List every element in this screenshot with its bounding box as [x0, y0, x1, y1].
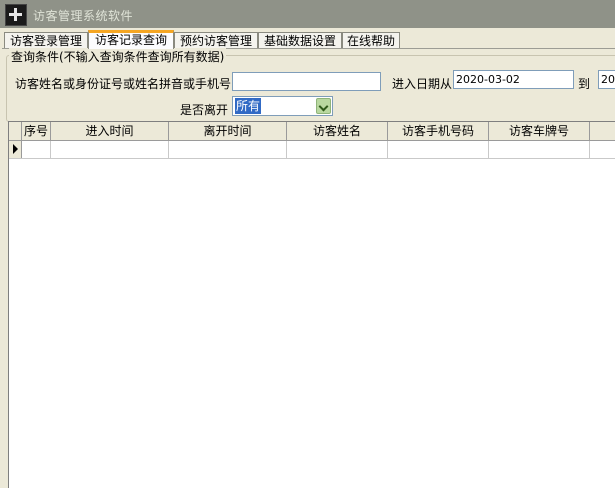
tab-bar: 访客登录管理 访客记录查询 预约访客管理 基础数据设置 在线帮助 [2, 30, 615, 49]
column-header-plate-number[interactable]: 访客车牌号 [489, 122, 590, 140]
chevron-down-icon[interactable] [316, 98, 331, 114]
column-header-leave-time[interactable]: 离开时间 [169, 122, 287, 140]
tab-visitor-records[interactable]: 访客记录查询 [88, 30, 174, 49]
name-label: 访客姓名或身份证号或姓名拼音或手机号 [15, 77, 232, 91]
date-from-label: 进入日期从 [392, 77, 453, 91]
column-header-index[interactable]: 序号 [22, 122, 51, 140]
title-bar: 访客管理系统软件 [0, 0, 615, 28]
grid-corner [9, 122, 22, 140]
table-cell[interactable] [51, 141, 169, 158]
table-cell[interactable] [287, 141, 388, 158]
table-cell[interactable] [169, 141, 287, 158]
tab-appointment[interactable]: 预约访客管理 [174, 32, 258, 48]
column-header-enter-time[interactable]: 进入时间 [51, 122, 169, 140]
date-to-label: 到 [578, 77, 591, 91]
date-to-field[interactable]: 2020-03-02 [598, 70, 615, 89]
tab-basic-data[interactable]: 基础数据设置 [258, 32, 342, 48]
left-status-select[interactable]: 所有 [232, 96, 333, 116]
name-search-input[interactable] [232, 72, 381, 91]
query-legend: 查询条件(不输入查询条件查询所有数据) [9, 48, 227, 65]
left-status-value: 所有 [235, 98, 262, 114]
table-row[interactable] [9, 141, 615, 159]
date-from-field[interactable]: 2020-03-02 [453, 70, 574, 89]
tab-visitor-login[interactable]: 访客登录管理 [4, 32, 88, 48]
current-row-icon [9, 141, 22, 158]
grid-header: 序号 进入时间 离开时间 访客姓名 访客手机号码 访客车牌号 [9, 122, 615, 141]
records-grid[interactable]: 序号 进入时间 离开时间 访客姓名 访客手机号码 访客车牌号 [8, 121, 615, 488]
table-cell[interactable] [22, 141, 51, 158]
column-header-visitor-name[interactable]: 访客姓名 [287, 122, 388, 140]
window-title: 访客管理系统软件 [33, 9, 134, 23]
tab-online-help[interactable]: 在线帮助 [342, 32, 400, 48]
app-icon [5, 4, 27, 26]
column-header-visitor-phone[interactable]: 访客手机号码 [388, 122, 489, 140]
table-cell[interactable] [388, 141, 489, 158]
left-status-label: 是否离开 [180, 103, 229, 117]
table-cell[interactable] [489, 141, 590, 158]
